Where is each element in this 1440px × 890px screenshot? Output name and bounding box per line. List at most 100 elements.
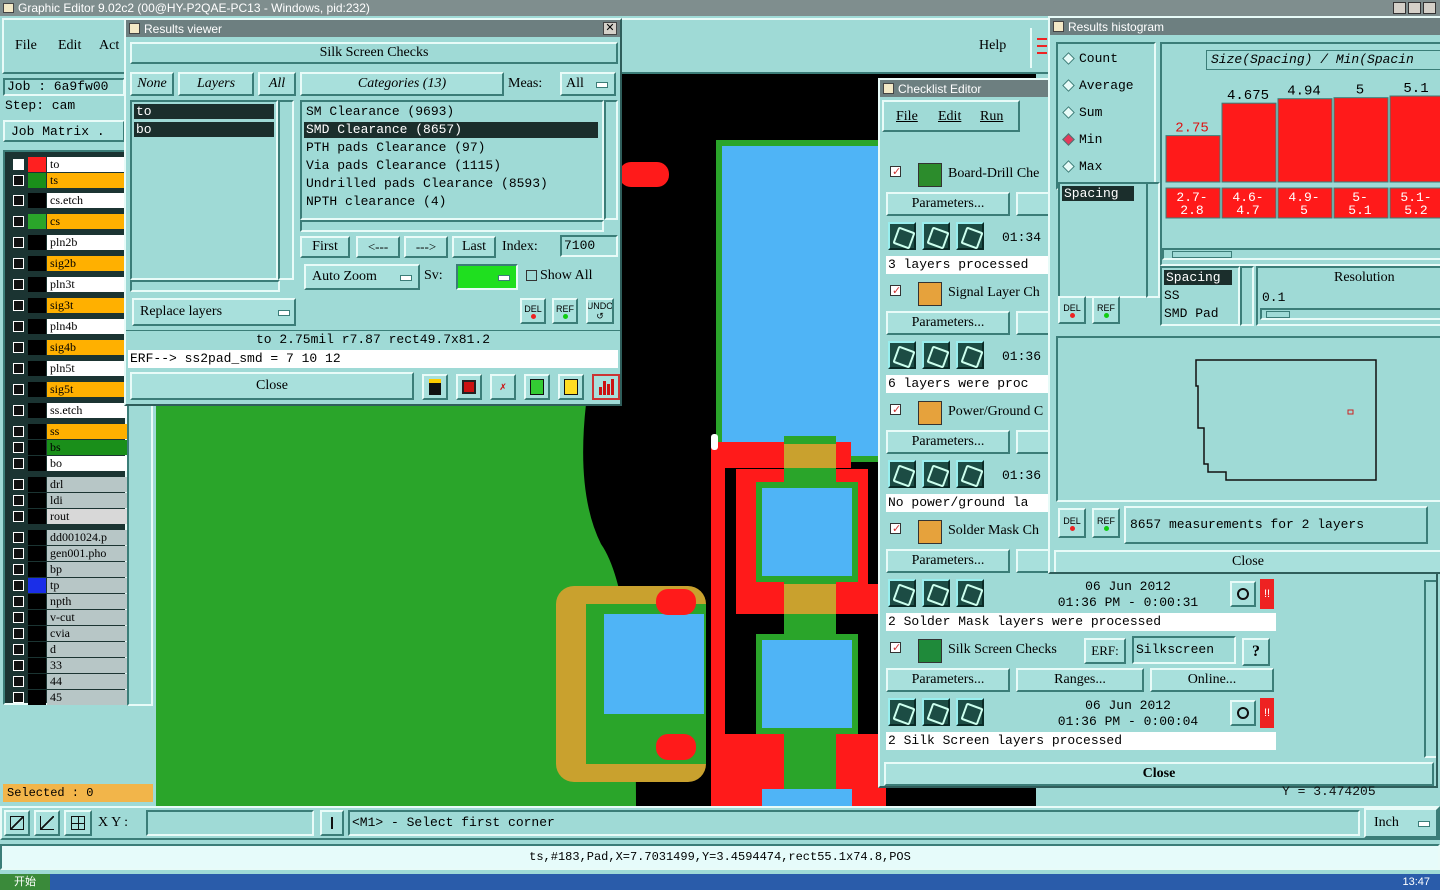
layer-checkbox[interactable] — [13, 548, 24, 559]
layer-checkbox[interactable] — [13, 237, 24, 248]
layer-color-swatch[interactable] — [28, 578, 46, 593]
layer-checkbox[interactable] — [13, 363, 24, 374]
tool-icon-1[interactable] — [4, 810, 30, 836]
run-check-icon[interactable] — [888, 698, 916, 726]
layer-color-swatch[interactable] — [28, 340, 46, 355]
toolbar-icon-2[interactable] — [456, 374, 482, 400]
layer-checkbox[interactable] — [13, 458, 24, 469]
layer-row[interactable]: bo — [9, 456, 127, 471]
show-results-icon[interactable] — [922, 460, 950, 488]
layer-color-swatch[interactable] — [28, 690, 46, 705]
del-button[interactable]: DEL — [520, 298, 546, 324]
layer-checkbox[interactable] — [13, 384, 24, 395]
mode-radio[interactable]: Sum — [1062, 102, 1102, 122]
layer-row[interactable]: bs — [9, 440, 127, 455]
category-hscroll[interactable] — [300, 220, 604, 232]
layer-color-swatch[interactable] — [28, 626, 46, 641]
layer-row[interactable]: gen001.pho — [9, 546, 127, 561]
layer-checkbox[interactable] — [13, 216, 24, 227]
layer-checkbox[interactable] — [13, 300, 24, 311]
layer-list-vscroll[interactable] — [278, 100, 294, 280]
layer-checkbox[interactable] — [13, 644, 24, 655]
layer-checkbox[interactable] — [13, 342, 24, 353]
meas-dropdown[interactable]: All — [560, 72, 616, 96]
clear-results-icon[interactable] — [956, 579, 984, 607]
start-button[interactable]: 开始 — [0, 874, 50, 890]
category-item[interactable]: Undrilled pads Clearance (8593) — [304, 176, 598, 192]
unit-dropdown[interactable]: Inch — [1364, 808, 1438, 838]
layer-color-swatch[interactable] — [28, 562, 46, 577]
result-layer-to[interactable]: to — [134, 104, 274, 119]
parameters-button[interactable]: Parameters... — [886, 311, 1010, 335]
category-item[interactable]: SMD Clearance (8657) — [304, 122, 598, 138]
histogram-bar[interactable] — [1277, 98, 1333, 183]
layer-color-swatch[interactable] — [28, 642, 46, 657]
layer-color-swatch[interactable] — [28, 193, 46, 208]
show-results-icon[interactable] — [922, 698, 950, 726]
layer-checkbox[interactable] — [13, 532, 24, 543]
layer-checkbox[interactable] — [13, 511, 24, 522]
layer-color-swatch[interactable] — [28, 319, 46, 334]
results-viewer-close-icon[interactable]: ✕ — [603, 22, 617, 35]
alert-icon[interactable]: !! — [1260, 579, 1274, 609]
checklist-menu-edit[interactable]: Edit — [938, 109, 961, 125]
last-button[interactable]: Last — [452, 236, 496, 258]
layer-checkbox[interactable] — [13, 279, 24, 290]
tool-icon-2[interactable] — [34, 810, 60, 836]
layer-checkbox[interactable] — [13, 195, 24, 206]
layer-checkbox[interactable] — [13, 596, 24, 607]
layer-row[interactable]: sig5t — [9, 382, 127, 397]
resolution-slider[interactable] — [1260, 308, 1440, 320]
undo-button[interactable]: UNDO ↺ — [586, 298, 614, 324]
mode-radio[interactable]: Average — [1062, 75, 1134, 95]
layer-color-swatch[interactable] — [28, 493, 46, 508]
alert-icon[interactable]: !! — [1260, 698, 1274, 728]
layer-checkbox[interactable] — [13, 580, 24, 591]
layer-color-swatch[interactable] — [28, 298, 46, 313]
layer-color-swatch[interactable] — [28, 256, 46, 271]
layer-color-swatch[interactable] — [28, 424, 46, 439]
layer-checkbox[interactable] — [13, 175, 24, 186]
layer-row[interactable]: rout — [9, 509, 127, 524]
bottom-list-spacing[interactable]: Spacing — [1164, 270, 1232, 285]
layer-checkbox[interactable] — [13, 258, 24, 269]
layer-row[interactable]: pln4b — [9, 319, 127, 334]
xy-input[interactable] — [146, 810, 314, 836]
ranges-button[interactable]: Ranges... — [1016, 668, 1144, 692]
categories-button[interactable]: Categories (13) — [300, 72, 504, 96]
histogram-bar[interactable] — [1165, 135, 1221, 183]
layer-checkbox[interactable] — [13, 159, 24, 170]
menu-help[interactable]: Help — [979, 38, 1006, 54]
layer-row[interactable]: pln3t — [9, 277, 127, 292]
erf-input[interactable]: Silkscreen — [1132, 636, 1236, 664]
layer-color-swatch[interactable] — [28, 173, 46, 188]
layer-row[interactable]: drl — [9, 477, 127, 492]
layers-button[interactable]: Layers — [178, 72, 254, 96]
replace-layers-button[interactable]: Replace layers — [132, 298, 296, 326]
layer-row[interactable]: 44 — [9, 674, 127, 689]
next-button[interactable]: ---> — [404, 236, 448, 258]
layer-color-swatch[interactable] — [28, 277, 46, 292]
histogram-close-button[interactable]: Close — [1054, 550, 1440, 572]
parameters-button[interactable]: Parameters... — [886, 192, 1010, 216]
layer-checkbox[interactable] — [13, 676, 24, 687]
layer-row[interactable]: ldi — [9, 493, 127, 508]
show-results-icon[interactable] — [922, 222, 950, 250]
histogram-bar[interactable] — [1333, 97, 1389, 183]
layer-color-swatch[interactable] — [28, 157, 46, 172]
layer-row[interactable]: cvia — [9, 626, 127, 641]
preview-ref-button[interactable]: REF — [1092, 508, 1120, 538]
layer-checkbox[interactable] — [13, 495, 24, 506]
info-button[interactable] — [320, 810, 344, 836]
zoom-icon[interactable] — [1230, 700, 1256, 726]
category-item[interactable]: PTH pads Clearance (97) — [304, 140, 598, 156]
layer-list-hscroll[interactable] — [130, 280, 280, 292]
show-results-icon[interactable] — [922, 579, 950, 607]
layer-color-swatch[interactable] — [28, 594, 46, 609]
layer-checkbox[interactable] — [13, 612, 24, 623]
menu-file[interactable]: File — [15, 38, 37, 54]
index-input[interactable]: 7100 — [560, 235, 618, 257]
histogram-del-button[interactable]: DEL — [1058, 296, 1086, 324]
layer-checkbox[interactable] — [13, 479, 24, 490]
checklist-vscroll[interactable] — [1424, 580, 1436, 758]
